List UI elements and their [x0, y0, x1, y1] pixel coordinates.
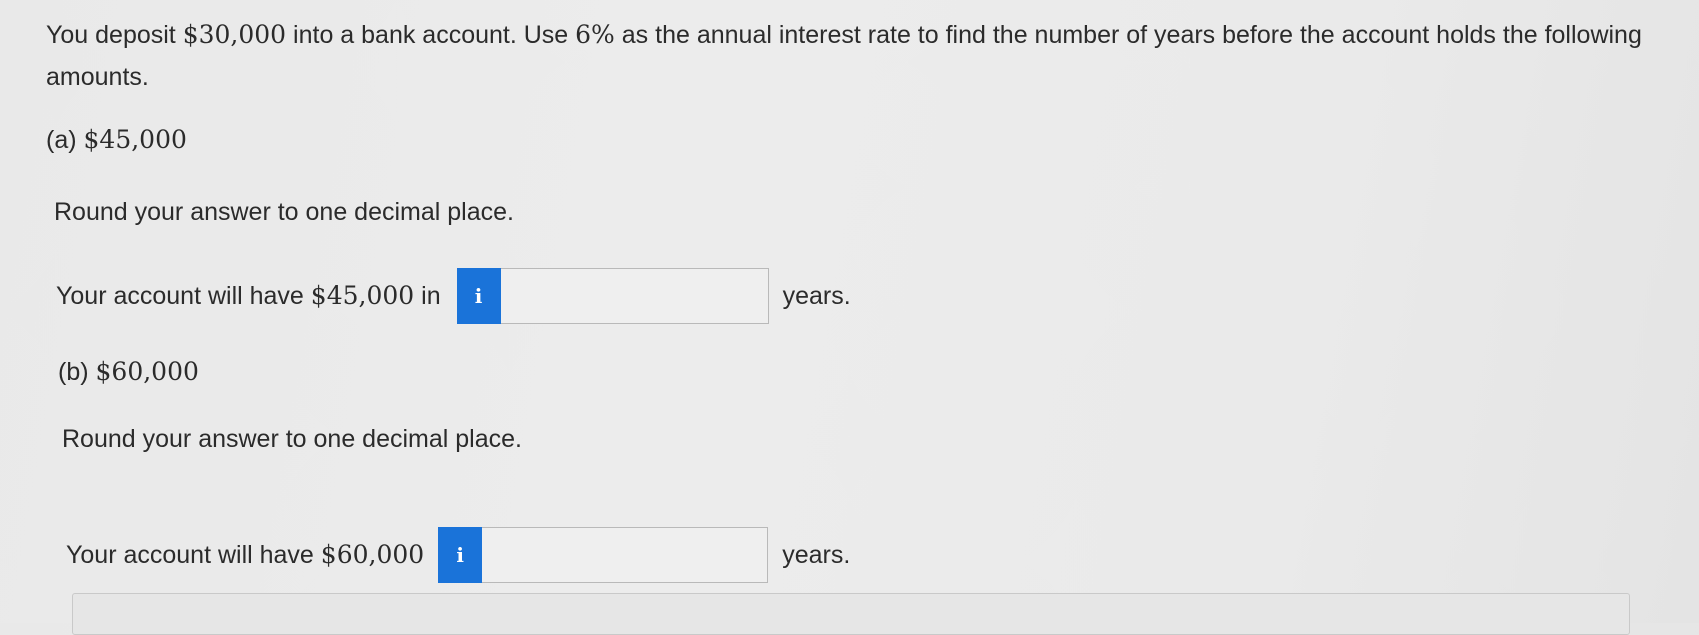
part-a-prefix-end: in [414, 282, 441, 310]
part-b-heading: (b) $60,000 [58, 357, 199, 387]
part-b-answer-input[interactable] [482, 527, 769, 583]
part-b-answer-row: Your account will have $60,000 i years. [66, 527, 850, 583]
part-a-prefix-text: Your account will have [56, 282, 311, 310]
part-b-instruction: Round your answer to one decimal place. [62, 425, 522, 453]
part-a-answer-input[interactable] [500, 268, 769, 324]
part-b-label: (b) [58, 358, 89, 386]
part-b-answer-prefix: Your account will have $60,000 [66, 540, 424, 570]
part-a-label: (a) [46, 126, 77, 154]
problem-text-start: You deposit [46, 21, 183, 49]
deposit-amount: $30,000 [182, 20, 287, 49]
interest-rate: 6% [575, 20, 615, 49]
part-a-answer-row: Your account will have $45,000 in i year… [56, 268, 851, 324]
problem-text-middle: into a bank account. Use [286, 21, 576, 49]
part-a-prefix-amount: $45,000 [310, 281, 415, 310]
feedback-panel [72, 593, 1630, 635]
part-a-amount: $45,000 [83, 125, 187, 154]
part-a-info-icon[interactable]: i [456, 268, 501, 324]
part-b-info-icon[interactable]: i [438, 527, 483, 583]
part-a-instruction: Round your answer to one decimal place. [54, 198, 514, 226]
problem-statement: You deposit $30,000 into a bank account.… [46, 14, 1646, 98]
part-b-prefix-text: Your account will have [66, 541, 321, 569]
part-b-prefix-amount: $60,000 [320, 540, 425, 569]
part-b-suffix: years. [782, 540, 851, 569]
part-a-answer-prefix: Your account will have $45,000 in [56, 281, 441, 311]
part-b-amount: $60,000 [95, 357, 199, 386]
part-a-heading: (a) $45,000 [46, 125, 187, 155]
part-a-suffix: years. [782, 281, 851, 310]
